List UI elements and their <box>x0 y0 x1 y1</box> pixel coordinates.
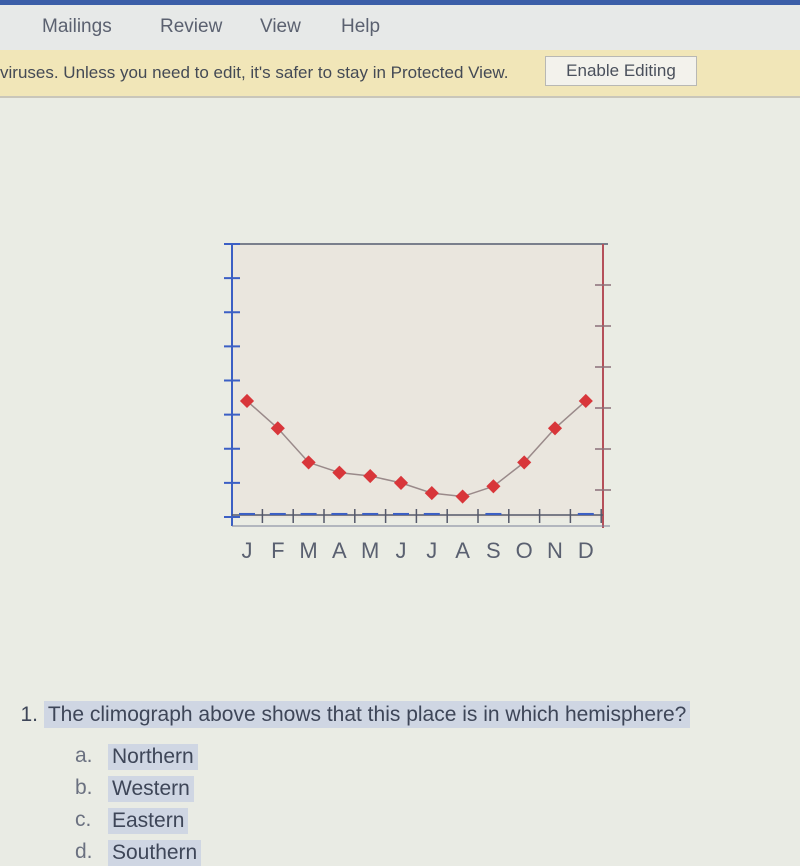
tab-view[interactable]: View <box>260 16 301 38</box>
precipitation-bar <box>269 512 286 515</box>
option-label: Northern <box>108 744 198 770</box>
option-label: Eastern <box>108 808 189 834</box>
month-label: N <box>547 538 563 563</box>
precipitation-bar <box>300 512 317 515</box>
precipitation-bar <box>393 512 409 515</box>
question-number: 1. <box>20 703 38 726</box>
month-label: J <box>396 538 407 563</box>
precipitation-bar <box>331 512 348 515</box>
plot-background <box>232 244 603 518</box>
month-label: D <box>578 538 594 563</box>
option-letter: b. <box>75 776 93 799</box>
precipitation-bar <box>423 512 440 515</box>
month-label: J <box>242 538 253 563</box>
month-label: F <box>271 538 284 563</box>
question-1: 1. The climograph above shows that this … <box>0 701 691 728</box>
month-label: O <box>516 538 533 563</box>
month-label: A <box>455 538 470 563</box>
month-label: S <box>486 538 501 563</box>
tab-review[interactable]: Review <box>160 16 222 38</box>
tab-mailings[interactable]: Mailings <box>42 16 112 38</box>
option-letter: d. <box>75 840 93 863</box>
ribbon-tabs: Mailings Review View Help <box>0 5 800 50</box>
option-letter: a. <box>75 744 93 767</box>
month-label: M <box>299 538 317 563</box>
climograph: JFMAMJJASOND <box>224 243 611 563</box>
option-label: Western <box>108 776 194 802</box>
protected-view-bar: viruses. Unless you need to edit, it's s… <box>0 50 800 98</box>
question-text: The climograph above shows that this pla… <box>43 701 691 728</box>
precipitation-bar <box>239 512 255 515</box>
month-label: M <box>361 538 379 563</box>
tab-help[interactable]: Help <box>341 16 380 38</box>
precipitation-bar <box>577 512 594 515</box>
month-label: J <box>426 538 437 563</box>
document-page: JFMAMJJASOND 1. The climograph above sho… <box>0 98 800 866</box>
precipitation-bar <box>362 512 379 515</box>
enable-editing-button[interactable]: Enable Editing <box>545 56 697 86</box>
precipitation-bar <box>485 512 502 515</box>
option-letter: c. <box>75 808 92 831</box>
protected-view-message: viruses. Unless you need to edit, it's s… <box>0 63 509 82</box>
option-label: Southern <box>108 840 202 866</box>
month-label: A <box>332 538 347 563</box>
